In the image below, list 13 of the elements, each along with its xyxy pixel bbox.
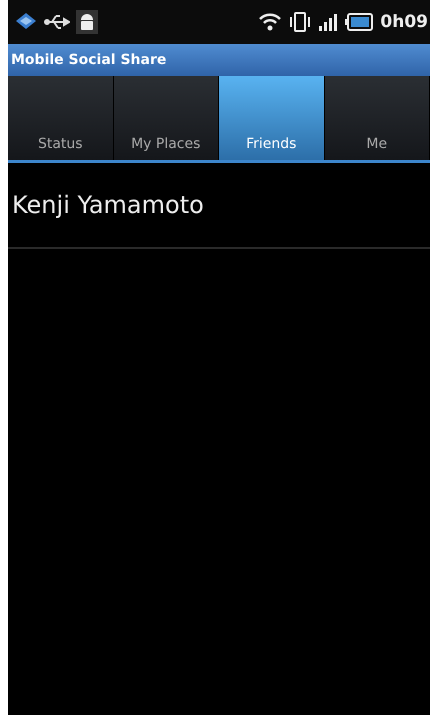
battery-icon (344, 11, 374, 33)
tab[interactable]: Friends (219, 76, 324, 160)
usb-icon (44, 12, 70, 32)
wifi-icon (258, 11, 282, 33)
app-title: Mobile Social Share (11, 52, 166, 68)
signal-icon (318, 11, 338, 33)
friend-item[interactable]: Kenji Yamamoto (8, 163, 430, 249)
tab[interactable]: Status (8, 76, 114, 160)
clock-time: 0h09 (380, 12, 428, 32)
vibrate-icon (288, 11, 312, 33)
android-icon (76, 10, 98, 34)
tab[interactable]: My Places (114, 76, 219, 160)
tab[interactable]: Me (324, 76, 430, 160)
